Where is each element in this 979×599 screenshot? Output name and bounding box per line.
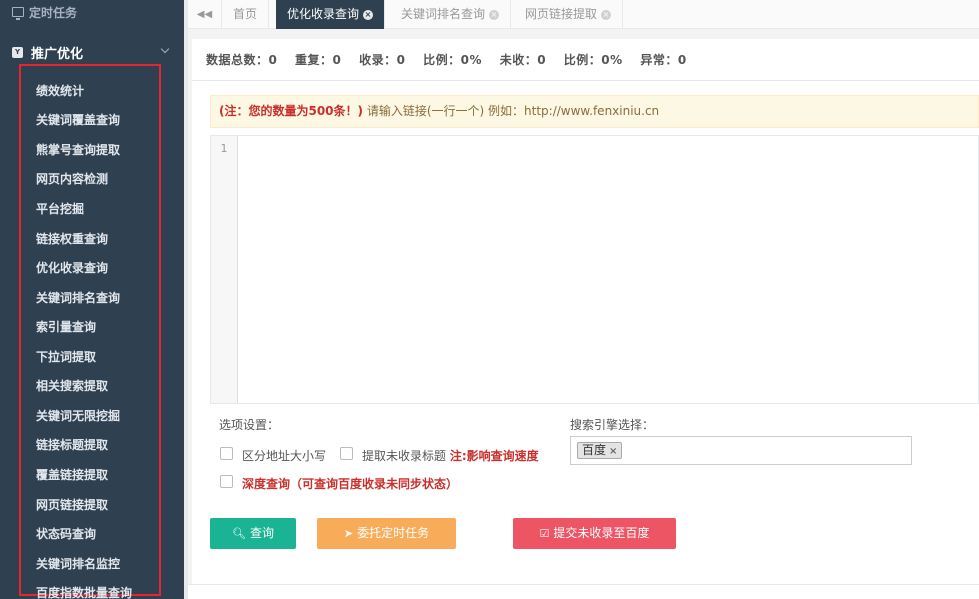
sidebar-item[interactable]: 绩效统计 xyxy=(36,82,84,99)
tab-label: 优化收录查询 xyxy=(287,7,360,21)
case-sensitive-checkbox[interactable] xyxy=(220,447,233,460)
double-chevron-left-icon: ◀◀ xyxy=(196,9,213,20)
line-number-gutter: 1 xyxy=(211,136,238,403)
sidebar-item[interactable]: 关键词无限挖掘 xyxy=(36,407,120,424)
sidebar-divider xyxy=(184,0,188,599)
sidebar-item[interactable]: 链接权重查询 xyxy=(36,230,108,247)
link-input-editor[interactable]: 1 xyxy=(210,135,979,404)
fetch-title-text: 提取未收录标题 xyxy=(362,449,447,463)
submit-to-baidu-button[interactable]: ☑ 提交未收录至百度 xyxy=(513,518,676,549)
sidebar-item[interactable]: 关键词排名查询 xyxy=(36,289,120,306)
tab-scroll-left-button[interactable]: ◀◀ xyxy=(188,0,222,29)
notice-text: 请输入链接(一行一个) 例如：http://www.fenxiniu.cn xyxy=(366,104,660,118)
group-icon: Y xyxy=(12,46,23,58)
close-icon[interactable]: × xyxy=(363,9,374,20)
tab-home[interactable]: 首页 xyxy=(222,0,270,29)
main-panel: 数据总数：0 重复：0 收录：0 比例：0% 未收：0 比例：0% 异常：0 (… xyxy=(192,39,979,584)
tab-keyword-rank[interactable]: 关键词排名查询 × xyxy=(390,0,512,29)
sidebar-item[interactable]: 优化收录查询 xyxy=(36,259,108,276)
query-button-label: 查询 xyxy=(249,526,274,540)
line-number: 1 xyxy=(220,142,228,155)
close-icon[interactable]: × xyxy=(601,9,612,20)
query-button[interactable]: 🔍︎ 查询 xyxy=(210,518,296,549)
sidebar-item[interactable]: 状态码查询 xyxy=(36,525,96,542)
send-icon: ➤ xyxy=(343,527,354,540)
search-icon: 🔍︎ xyxy=(232,527,246,540)
sidebar-item[interactable]: 相关搜索提取 xyxy=(36,377,108,394)
schedule-task-button[interactable]: ➤ 委托定时任务 xyxy=(317,518,456,549)
check-square-icon: ☑ xyxy=(539,527,550,540)
close-icon[interactable]: × xyxy=(489,9,500,20)
fetch-title-note: 注:影响查询速度 xyxy=(449,449,539,463)
stat-error: 异常：0 xyxy=(640,53,687,67)
engine-select[interactable]: 百度 × xyxy=(570,436,912,465)
sidebar-item[interactable]: 网页链接提取 xyxy=(36,496,108,513)
notice-limit: (注：您的数量为500条！) xyxy=(219,104,364,118)
deep-query-label: 深度查询（可查询百度收录未同步状态） xyxy=(242,477,459,491)
sidebar-item[interactable]: 熊掌号查询提取 xyxy=(36,141,120,158)
options-label: 选项设置： xyxy=(219,418,280,432)
notice-banner: (注：您的数量为500条！) 请输入链接(一行一个) 例如：http://www… xyxy=(210,95,979,128)
footer xyxy=(188,584,979,599)
remove-tag-icon[interactable]: × xyxy=(609,446,617,457)
deep-query-checkbox[interactable] xyxy=(220,475,233,488)
stat-indexed: 收录：0 xyxy=(359,53,406,67)
sidebar-group-promotion[interactable]: Y 推广优化 xyxy=(0,40,184,64)
case-sensitive-label: 区分地址大小写 xyxy=(242,449,327,463)
tab-label: 网页链接提取 xyxy=(525,7,598,21)
sidebar-item[interactable]: 关键词排名监控 xyxy=(36,555,120,572)
stat-ratio-not-indexed: 比例：0% xyxy=(563,53,623,67)
stat-duplicate: 重复：0 xyxy=(295,53,342,67)
sidebar: 定时任务 Y 推广优化 绩效统计 关键词覆盖查询 熊掌号查询提取 网页内容检测 … xyxy=(0,0,184,599)
chevron-down-icon xyxy=(160,44,170,54)
stat-not-indexed: 未收：0 xyxy=(499,53,547,67)
tab-link-extract[interactable]: 网页链接提取 × xyxy=(514,0,624,29)
schedule-task-button-label: 委托定时任务 xyxy=(357,526,430,540)
tab-index-query[interactable]: 优化收录查询 × xyxy=(276,0,386,29)
fetch-title-checkbox[interactable] xyxy=(340,447,353,460)
sidebar-item[interactable]: 平台挖掘 xyxy=(36,200,84,217)
divider xyxy=(192,80,979,81)
engine-tag-baidu: 百度 × xyxy=(577,442,623,459)
stat-ratio-indexed: 比例：0% xyxy=(423,53,483,67)
engine-tag-label: 百度 xyxy=(582,443,607,457)
sidebar-item[interactable]: 覆盖链接提取 xyxy=(36,466,108,483)
sidebar-group-label: 推广优化 xyxy=(31,46,84,62)
sidebar-item[interactable]: 索引量查询 xyxy=(36,318,96,335)
engine-label: 搜索引擎选择： xyxy=(570,418,655,432)
stat-total: 数据总数：0 xyxy=(206,53,278,67)
fetch-title-label: 提取未收录标题 注:影响查询速度 xyxy=(362,447,539,464)
tab-label: 关键词排名查询 xyxy=(401,7,486,21)
sidebar-item[interactable]: 链接标题提取 xyxy=(36,436,108,453)
stats-bar: 数据总数：0 重复：0 收录：0 比例：0% 未收：0 比例：0% 异常：0 xyxy=(206,51,700,68)
tab-label: 首页 xyxy=(233,7,258,21)
sidebar-item-scheduled-tasks[interactable]: 定时任务 xyxy=(0,0,184,24)
submit-to-baidu-button-label: 提交未收录至百度 xyxy=(553,526,650,540)
sidebar-item[interactable]: 下拉词提取 xyxy=(36,348,96,365)
sidebar-submenu: 绩效统计 关键词覆盖查询 熊掌号查询提取 网页内容检测 平台挖掘 链接权重查询 … xyxy=(19,64,161,599)
tab-bar: ◀◀ 首页 优化收录查询 × 关键词排名查询 × 网页链接提取 × xyxy=(188,0,979,29)
sidebar-item[interactable]: 百度指数批量查询 xyxy=(36,584,132,599)
sidebar-item-label: 定时任务 xyxy=(29,5,78,20)
monitor-icon xyxy=(12,7,24,20)
sidebar-item[interactable]: 网页内容检测 xyxy=(36,170,108,187)
sidebar-item[interactable]: 关键词覆盖查询 xyxy=(36,111,120,128)
